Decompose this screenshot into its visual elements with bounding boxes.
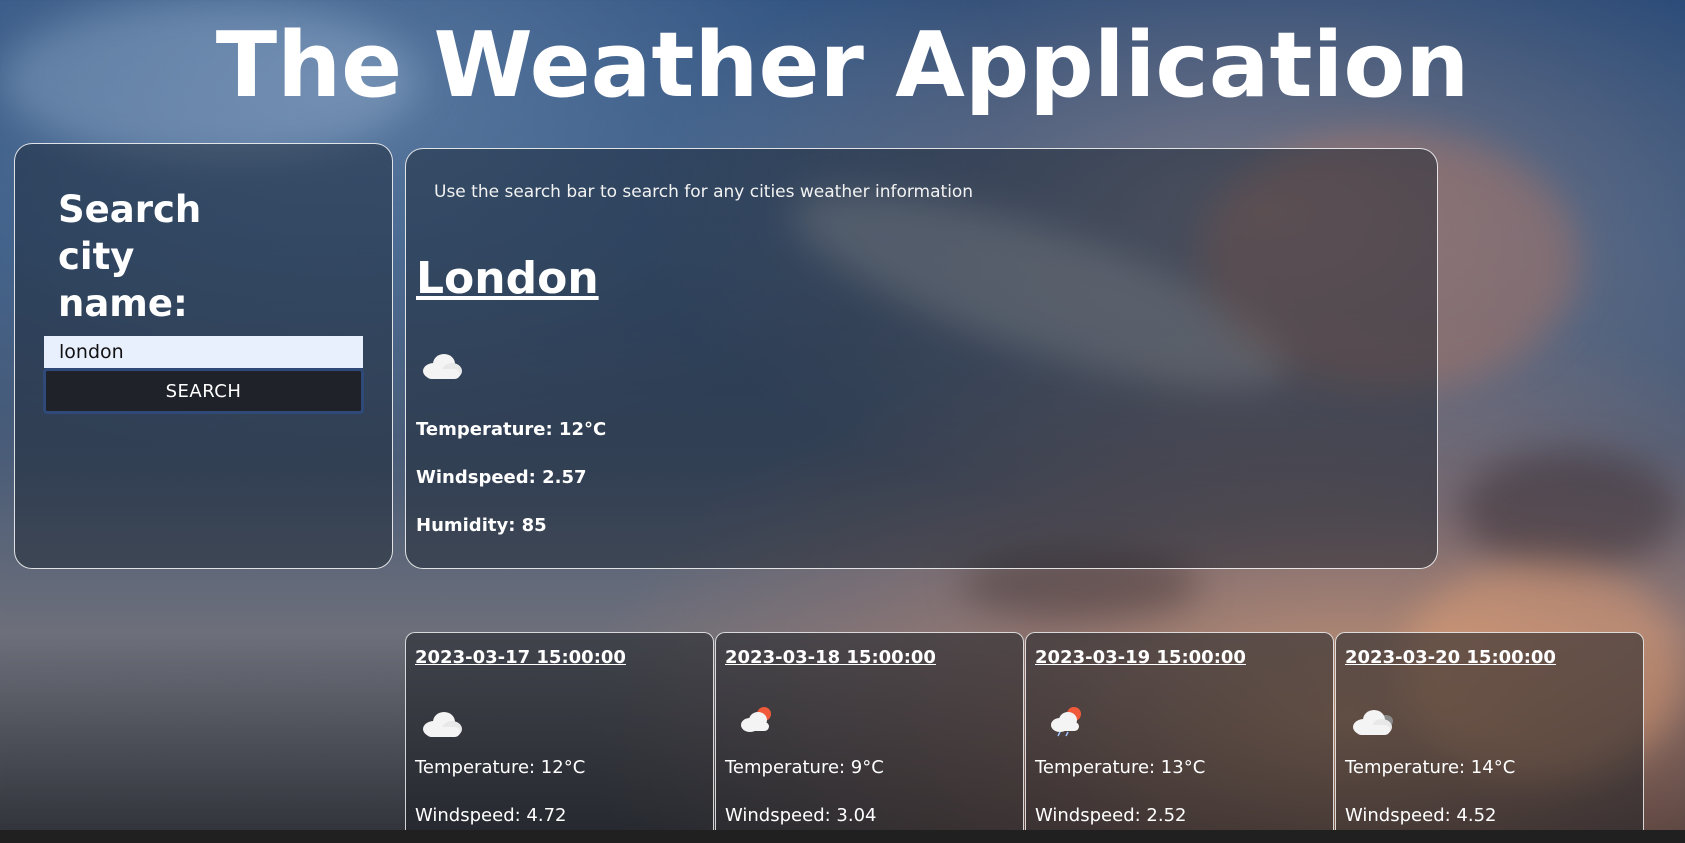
cloud-icon xyxy=(1350,705,1394,741)
forecast-date: 2023-03-18 15:00:00 xyxy=(725,647,936,668)
taskbar xyxy=(0,830,1685,843)
background-cloud xyxy=(1460,450,1680,570)
search-button[interactable]: SEARCH xyxy=(43,368,364,414)
forecast-temperature: Temperature: 14°C xyxy=(1345,757,1516,778)
cloud-sun-rain-icon xyxy=(1048,703,1088,741)
forecast-date: 2023-03-20 15:00:00 xyxy=(1345,647,1556,668)
search-hint: Use the search bar to search for any cit… xyxy=(434,182,974,202)
forecast-windspeed: Windspeed: 4.52 xyxy=(1345,805,1497,826)
forecast-temperature: Temperature: 13°C xyxy=(1035,757,1206,778)
page-title: The Weather Application xyxy=(215,13,1470,118)
forecast-temperature: Temperature: 9°C xyxy=(725,757,884,778)
search-input[interactable] xyxy=(44,336,363,368)
current-temperature: Temperature: 12°C xyxy=(416,419,607,440)
forecast-windspeed: Windspeed: 3.04 xyxy=(725,805,877,826)
forecast-card: 2023-03-20 15:00:00 Temperature: 14°C Wi… xyxy=(1335,632,1644,843)
forecast-card: 2023-03-19 15:00:00 Temperature: 13°C Wi… xyxy=(1025,632,1334,843)
cloud-icon xyxy=(420,707,464,743)
forecast-card: 2023-03-17 15:00:00 Temperature: 12°C Wi… xyxy=(405,632,714,843)
search-panel: Search city name: SEARCH xyxy=(14,143,393,569)
current-windspeed: Windspeed: 2.57 xyxy=(416,467,587,488)
forecast-windspeed: Windspeed: 4.72 xyxy=(415,805,567,826)
forecast-date: 2023-03-19 15:00:00 xyxy=(1035,647,1246,668)
forecast-temperature: Temperature: 12°C xyxy=(415,757,586,778)
forecast-card: 2023-03-18 15:00:00 Temperature: 9°C Win… xyxy=(715,632,1024,843)
forecast-date: 2023-03-17 15:00:00 xyxy=(415,647,626,668)
forecast-windspeed: Windspeed: 2.52 xyxy=(1035,805,1187,826)
current-weather-panel: Use the search bar to search for any cit… xyxy=(405,148,1438,569)
cloud-sun-icon xyxy=(738,703,778,739)
current-humidity: Humidity: 85 xyxy=(416,515,547,536)
city-name: London xyxy=(416,253,599,304)
cloud-icon xyxy=(420,349,464,385)
search-label: Search city name: xyxy=(58,188,202,325)
